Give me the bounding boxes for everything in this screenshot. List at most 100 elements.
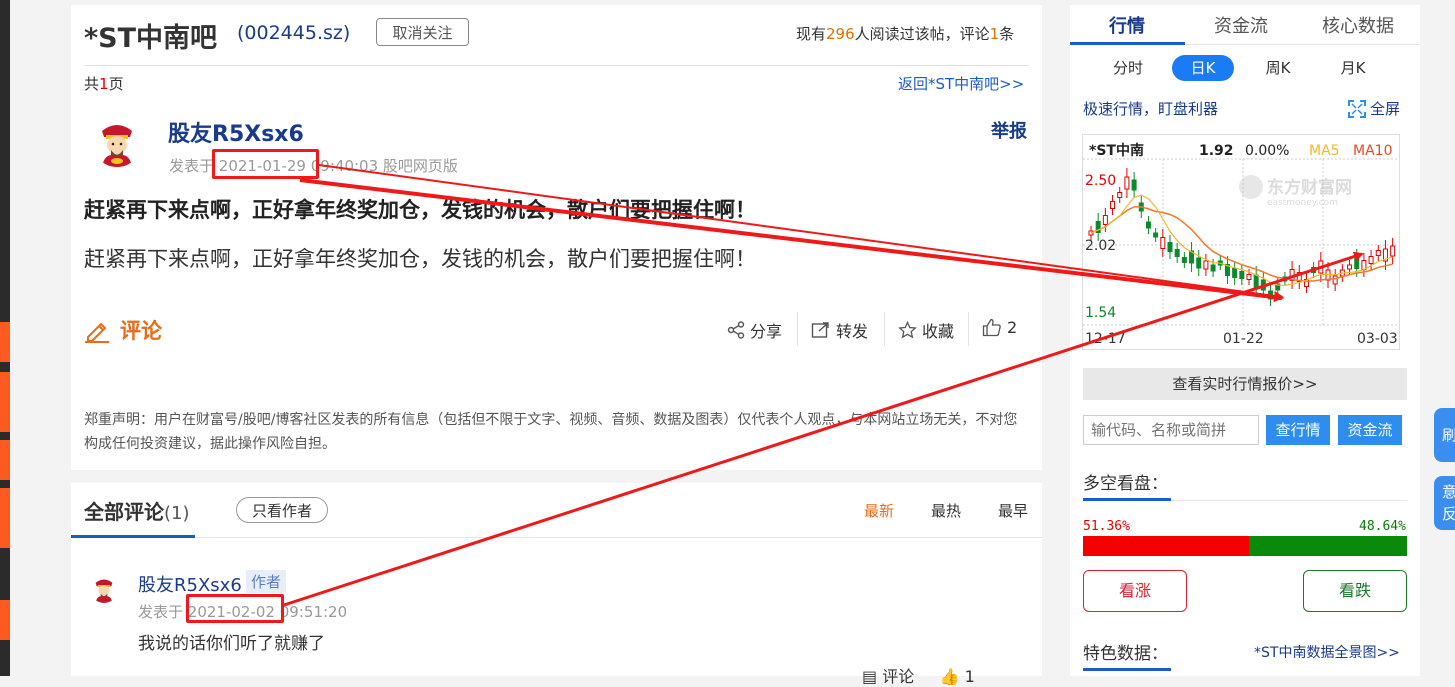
y-axis-mid: 2.02 <box>1085 238 1116 254</box>
left-strip-segment <box>0 322 10 362</box>
candle-body <box>1347 264 1353 270</box>
feature-data-underline <box>1083 668 1171 671</box>
annotation-box-post-date <box>212 149 319 179</box>
chart-price: 1.92 <box>1199 143 1234 159</box>
disclaimer: 郑重声明：用户在财富号/股吧/博客社区发表的所有信息（包括但不限于文字、视频、音… <box>84 412 1018 452</box>
post-author-name[interactable]: 股友R5Xsx6 <box>168 116 304 148</box>
feedback-float-button[interactable]: 意反 <box>1434 476 1455 530</box>
candle-body <box>1153 232 1159 238</box>
quote-search-button[interactable]: 查行情 <box>1266 415 1330 445</box>
write-comment-button[interactable]: 评论 <box>84 315 162 345</box>
sort-hottest[interactable]: 最热 <box>931 500 961 521</box>
period-monthly-k[interactable]: 月K <box>1325 55 1381 81</box>
annotation-box-comment-date <box>186 594 284 623</box>
expand-icon <box>1348 99 1366 118</box>
post-body: 赶紧再下来点啊，正好拿年终奖加仓，发钱的机会，散户们要把握住啊！ <box>84 247 756 271</box>
all-comments-count: (1) <box>164 503 190 524</box>
caishen-avatar-icon <box>90 575 118 603</box>
comment-like-button[interactable]: 👍 1 <box>940 667 975 686</box>
forward-icon <box>811 322 829 338</box>
forward-label: 转发 <box>836 322 869 341</box>
read-stats: 现有296人阅读过该帖，评论1条 <box>796 23 1014 44</box>
stock-code-input[interactable] <box>1083 415 1259 445</box>
comment-label: 评论 <box>120 319 162 343</box>
period-weekly-k[interactable]: 周K <box>1250 55 1306 81</box>
report-link[interactable]: 举报 <box>991 117 1027 143</box>
all-comments-tab[interactable]: 全部评论(1) <box>84 496 190 525</box>
candle-body <box>1203 260 1209 270</box>
forward-button[interactable]: 转发 <box>811 318 868 342</box>
x-axis-label-end: 03-03 <box>1357 331 1398 347</box>
feature-data-title: 特色数据： <box>1083 644 1168 664</box>
stock-bar-title[interactable]: *ST中南吧 <box>84 16 217 55</box>
bull-ratio-fill <box>1083 536 1250 556</box>
chart-change: 0.00% <box>1245 143 1289 159</box>
candle-body <box>1354 257 1360 269</box>
caishen-avatar-icon <box>92 117 142 167</box>
page-count: 共1页 <box>84 73 124 94</box>
tab-quote[interactable]: 行情 <box>1109 12 1145 38</box>
chart-watermark: 东方财富网 eastmoney.com <box>1239 175 1352 208</box>
candle-body <box>1124 176 1130 190</box>
author-avatar[interactable] <box>92 117 142 167</box>
comment-author-avatar[interactable] <box>90 575 118 603</box>
action-divider <box>797 312 798 346</box>
favorite-label: 收藏 <box>922 322 955 341</box>
candle-body <box>1375 250 1381 256</box>
candle-body <box>1110 201 1116 209</box>
tab-core-data[interactable]: 核心数据 <box>1322 12 1394 38</box>
candle-body <box>1131 179 1137 191</box>
bull-bear-underline <box>1083 498 1171 501</box>
candle-body <box>1253 274 1259 288</box>
comment-text: 我说的话你们听了就赚了 <box>138 634 325 654</box>
left-strip-segment <box>0 488 10 548</box>
back-to-bar-link[interactable]: 返回*ST中南吧>> <box>898 73 1024 94</box>
fullscreen-button[interactable]: 全屏 <box>1348 98 1400 119</box>
y-axis-low: 1.54 <box>1085 305 1116 321</box>
action-divider <box>968 312 969 346</box>
share-button[interactable]: 分享 <box>727 318 782 342</box>
unfollow-button[interactable]: 取消关注 <box>376 18 469 46</box>
bearish-vote-button[interactable]: 看跌 <box>1303 570 1407 612</box>
candle-body <box>1268 290 1274 300</box>
candle-body <box>1311 267 1317 273</box>
tab-underline <box>1070 42 1185 45</box>
comment-meta-prefix: 发表于 <box>138 603 184 621</box>
page-number: 1 <box>99 75 109 93</box>
x-axis-label-mid: 01-22 <box>1223 331 1264 347</box>
y-axis-high: 2.50 <box>1085 173 1116 189</box>
sort-earliest[interactable]: 最早 <box>998 500 1028 521</box>
candle-body <box>1368 256 1374 264</box>
read-count: 296 <box>826 25 855 43</box>
tab-fund-flow[interactable]: 资金流 <box>1214 12 1268 38</box>
candle-body <box>1210 264 1216 272</box>
data-panorama-link[interactable]: *ST中南数据全景图>> <box>1254 642 1400 662</box>
favorite-button[interactable]: 收藏 <box>898 318 954 342</box>
thumbs-up-icon <box>982 318 1001 337</box>
candle-body <box>1174 249 1180 257</box>
realtime-quote-button[interactable]: 查看实时行情报价>> <box>1083 368 1407 400</box>
bull-bear-title: 多空看盘： <box>1083 474 1168 494</box>
speed-quote-link[interactable]: 极速行情，盯盘利器 <box>1083 98 1218 119</box>
k-line-chart[interactable]: *ST中南 1.92 0.00% MA5 MA10 东方财富网 eastmone… <box>1082 134 1400 350</box>
only-author-button[interactable]: 只看作者 <box>236 497 328 523</box>
candle-body <box>1239 271 1245 279</box>
like-button[interactable]: 2 <box>982 318 1017 337</box>
stock-code[interactable]: (002445.sz) <box>237 22 350 44</box>
reply-button[interactable]: ▤ 评论 <box>862 667 914 686</box>
action-divider <box>884 312 885 346</box>
page-suffix: 页 <box>108 75 124 93</box>
period-daily-k[interactable]: 日K <box>1172 55 1234 81</box>
fund-flow-button[interactable]: 资金流 <box>1338 415 1402 445</box>
period-intraday[interactable]: 分时 <box>1100 55 1156 81</box>
candle-body <box>1332 275 1338 285</box>
bullish-vote-button[interactable]: 看涨 <box>1083 570 1187 612</box>
read-middle: 人阅读过该帖，评论 <box>854 25 990 43</box>
bear-percentage: 48.64% <box>1359 519 1406 534</box>
sort-newest[interactable]: 最新 <box>864 500 894 521</box>
post-card <box>71 5 1042 470</box>
share-label: 分享 <box>750 322 783 341</box>
refresh-float-button[interactable]: 刷 <box>1434 408 1455 462</box>
comments-tab-underline <box>71 535 195 538</box>
comment-time: 09:51:20 <box>279 603 348 621</box>
